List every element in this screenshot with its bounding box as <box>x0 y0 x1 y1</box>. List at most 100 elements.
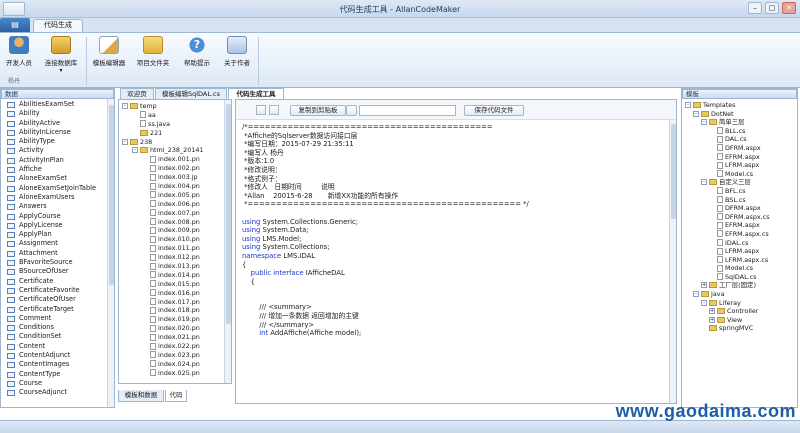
tree-item[interactable]: - temp <box>122 102 223 111</box>
collapse-icon[interactable]: - <box>701 299 707 306</box>
close-button[interactable]: ✕ <box>782 2 796 14</box>
tree-item[interactable]: ss.java <box>122 120 223 129</box>
tree-item[interactable]: index.019.pn <box>122 315 223 324</box>
file-tree-scrollbar[interactable] <box>224 100 231 383</box>
connect-database-button[interactable]: 连接数据库 ▾ <box>42 36 80 76</box>
tree-item[interactable]: DFRM.aspx.cs <box>685 213 794 222</box>
tree-item[interactable]: + View <box>685 316 794 325</box>
tree-item[interactable]: index.010.pn <box>122 235 223 244</box>
table-list-scrollbar[interactable] <box>107 99 114 407</box>
code-scrollbar[interactable] <box>669 120 676 403</box>
tree-item[interactable]: index.024.pn <box>122 360 223 369</box>
list-item[interactable]: AbilityActive <box>1 119 106 128</box>
tree-item[interactable]: - Templates <box>685 101 794 110</box>
list-item[interactable]: AbilitiesExamSet <box>1 100 106 109</box>
copy-icon[interactable] <box>346 105 357 116</box>
tree-item[interactable]: LFRM.aspx <box>685 161 794 170</box>
list-item[interactable]: ApplyPlan <box>1 230 106 239</box>
tree-item[interactable]: LFRM.aspx.cs <box>685 256 794 265</box>
tree-item[interactable]: DFRM.aspx <box>685 144 794 153</box>
app-menu-button[interactable]: ▤ <box>0 18 30 32</box>
tree-item[interactable]: + 工厂层(固定) <box>685 281 794 290</box>
list-item[interactable]: AbilityInLicense <box>1 128 106 137</box>
tree-item[interactable]: index.008.pn <box>122 218 223 227</box>
list-item[interactable]: ContentAdjunct <box>1 351 106 360</box>
list-item[interactable]: Certificate <box>1 277 106 286</box>
tree-item[interactable]: index.023.pn <box>122 351 223 360</box>
tree-item[interactable]: BLL.cs <box>685 127 794 136</box>
tree-item[interactable]: index.022.pn <box>122 342 223 351</box>
tree-item[interactable]: EFRM.aspx <box>685 221 794 230</box>
list-item[interactable]: AloneExamSet <box>1 174 106 183</box>
tree-item[interactable]: index.005.pn <box>122 191 223 200</box>
tree-item[interactable]: index.002.pn <box>122 164 223 173</box>
help-button[interactable]: ? 帮助提示 <box>180 36 214 76</box>
tree-item[interactable]: index.017.pn <box>122 298 223 307</box>
tree-item[interactable]: index.014.pn <box>122 271 223 280</box>
tree-item[interactable]: BSL.cs <box>685 196 794 205</box>
collapse-icon[interactable]: - <box>122 103 128 109</box>
list-item[interactable]: AbilityType <box>1 137 106 146</box>
expand-icon[interactable]: + <box>709 308 715 315</box>
list-item[interactable]: CertificateOfUser <box>1 295 106 304</box>
template-editor-button[interactable]: 模板编辑器 <box>90 36 128 76</box>
tree-item[interactable]: index.020.pn <box>122 324 223 333</box>
list-item[interactable]: ActivityInPlan <box>1 156 106 165</box>
tree-item[interactable]: IDAL.cs <box>685 239 794 248</box>
file-name-input[interactable] <box>359 105 456 116</box>
list-item[interactable]: Content <box>1 342 106 351</box>
tree-item[interactable]: - 自定义三层 <box>685 178 794 187</box>
maximize-button[interactable]: □ <box>765 2 779 14</box>
tree-item[interactable]: LFRM.aspx <box>685 247 794 256</box>
list-item[interactable]: Ability <box>1 109 106 118</box>
tree-item[interactable]: index.009.pn <box>122 226 223 235</box>
list-item[interactable]: Assignment <box>1 239 106 248</box>
tree-item[interactable]: index.006.pn <box>122 200 223 209</box>
tree-item[interactable]: - html_238_20141 <box>122 146 223 155</box>
collapse-icon[interactable]: - <box>701 119 707 126</box>
view-icon[interactable] <box>256 105 266 115</box>
list-item[interactable]: AloneExamUsers <box>1 193 106 202</box>
tree-item[interactable]: springMVC <box>685 324 794 333</box>
tab-template-sqldal[interactable]: 模板编辑SqlDAL.cs <box>155 88 227 99</box>
tree-item[interactable]: EFRM.aspx <box>685 153 794 162</box>
collapse-icon[interactable]: - <box>701 179 707 186</box>
list-item[interactable]: Attachment <box>1 249 106 258</box>
collapse-icon[interactable]: - <box>693 110 699 117</box>
about-author-button[interactable]: 关于作者 <box>220 36 254 76</box>
list-item[interactable]: CertificateTarget <box>1 305 106 314</box>
tree-item[interactable]: - 238 <box>122 138 223 147</box>
list-item[interactable]: AloneExamSetJoinTable <box>1 184 106 193</box>
project-folder-button[interactable]: 项目文件夹 <box>134 36 172 76</box>
tree-item[interactable]: + Controller <box>685 307 794 316</box>
tree-item[interactable]: index.021.pn <box>122 333 223 342</box>
minimize-button[interactable]: – <box>748 2 762 14</box>
list-item[interactable]: Answers <box>1 202 106 211</box>
list-item[interactable]: Activity <box>1 146 106 155</box>
copy-to-clipboard-button[interactable]: 复制到剪贴板 <box>290 105 346 116</box>
tree-item[interactable]: index.011.pn <box>122 244 223 253</box>
tab-templates-and-data[interactable]: 模板和数据 <box>118 390 164 402</box>
tree-item[interactable]: Model.cs <box>685 264 794 273</box>
collapse-icon[interactable]: - <box>132 147 138 154</box>
list-item[interactable]: ApplyCourse <box>1 212 106 221</box>
tree-item[interactable]: - DotNet <box>685 110 794 119</box>
tree-item[interactable]: index.013.pn <box>122 262 223 271</box>
list-item[interactable]: BFavoriteSource <box>1 258 106 267</box>
tree-item[interactable]: index.007.pn <box>122 209 223 218</box>
collapse-icon[interactable]: - <box>685 102 691 108</box>
list-item[interactable]: ContentImages <box>1 360 106 369</box>
tree-item[interactable]: index.001.pn <box>122 155 223 164</box>
code-area[interactable]: /*======================================… <box>242 123 666 338</box>
expand-icon[interactable]: + <box>709 316 715 323</box>
tree-item[interactable]: - 简单三层 <box>685 118 794 127</box>
tree-item[interactable]: - Java <box>685 290 794 299</box>
expand-icon[interactable]: + <box>701 282 707 289</box>
tree-item[interactable]: index.012.pn <box>122 253 223 262</box>
tab-welcome[interactable]: 欢迎页 <box>120 88 154 99</box>
collapse-icon[interactable]: - <box>122 138 128 145</box>
list-item[interactable]: ConditionSet <box>1 332 106 341</box>
list-item[interactable]: Course <box>1 379 106 388</box>
list-item[interactable]: CertificateFavorite <box>1 286 106 295</box>
list-item[interactable]: CourseAdjunct <box>1 388 106 397</box>
